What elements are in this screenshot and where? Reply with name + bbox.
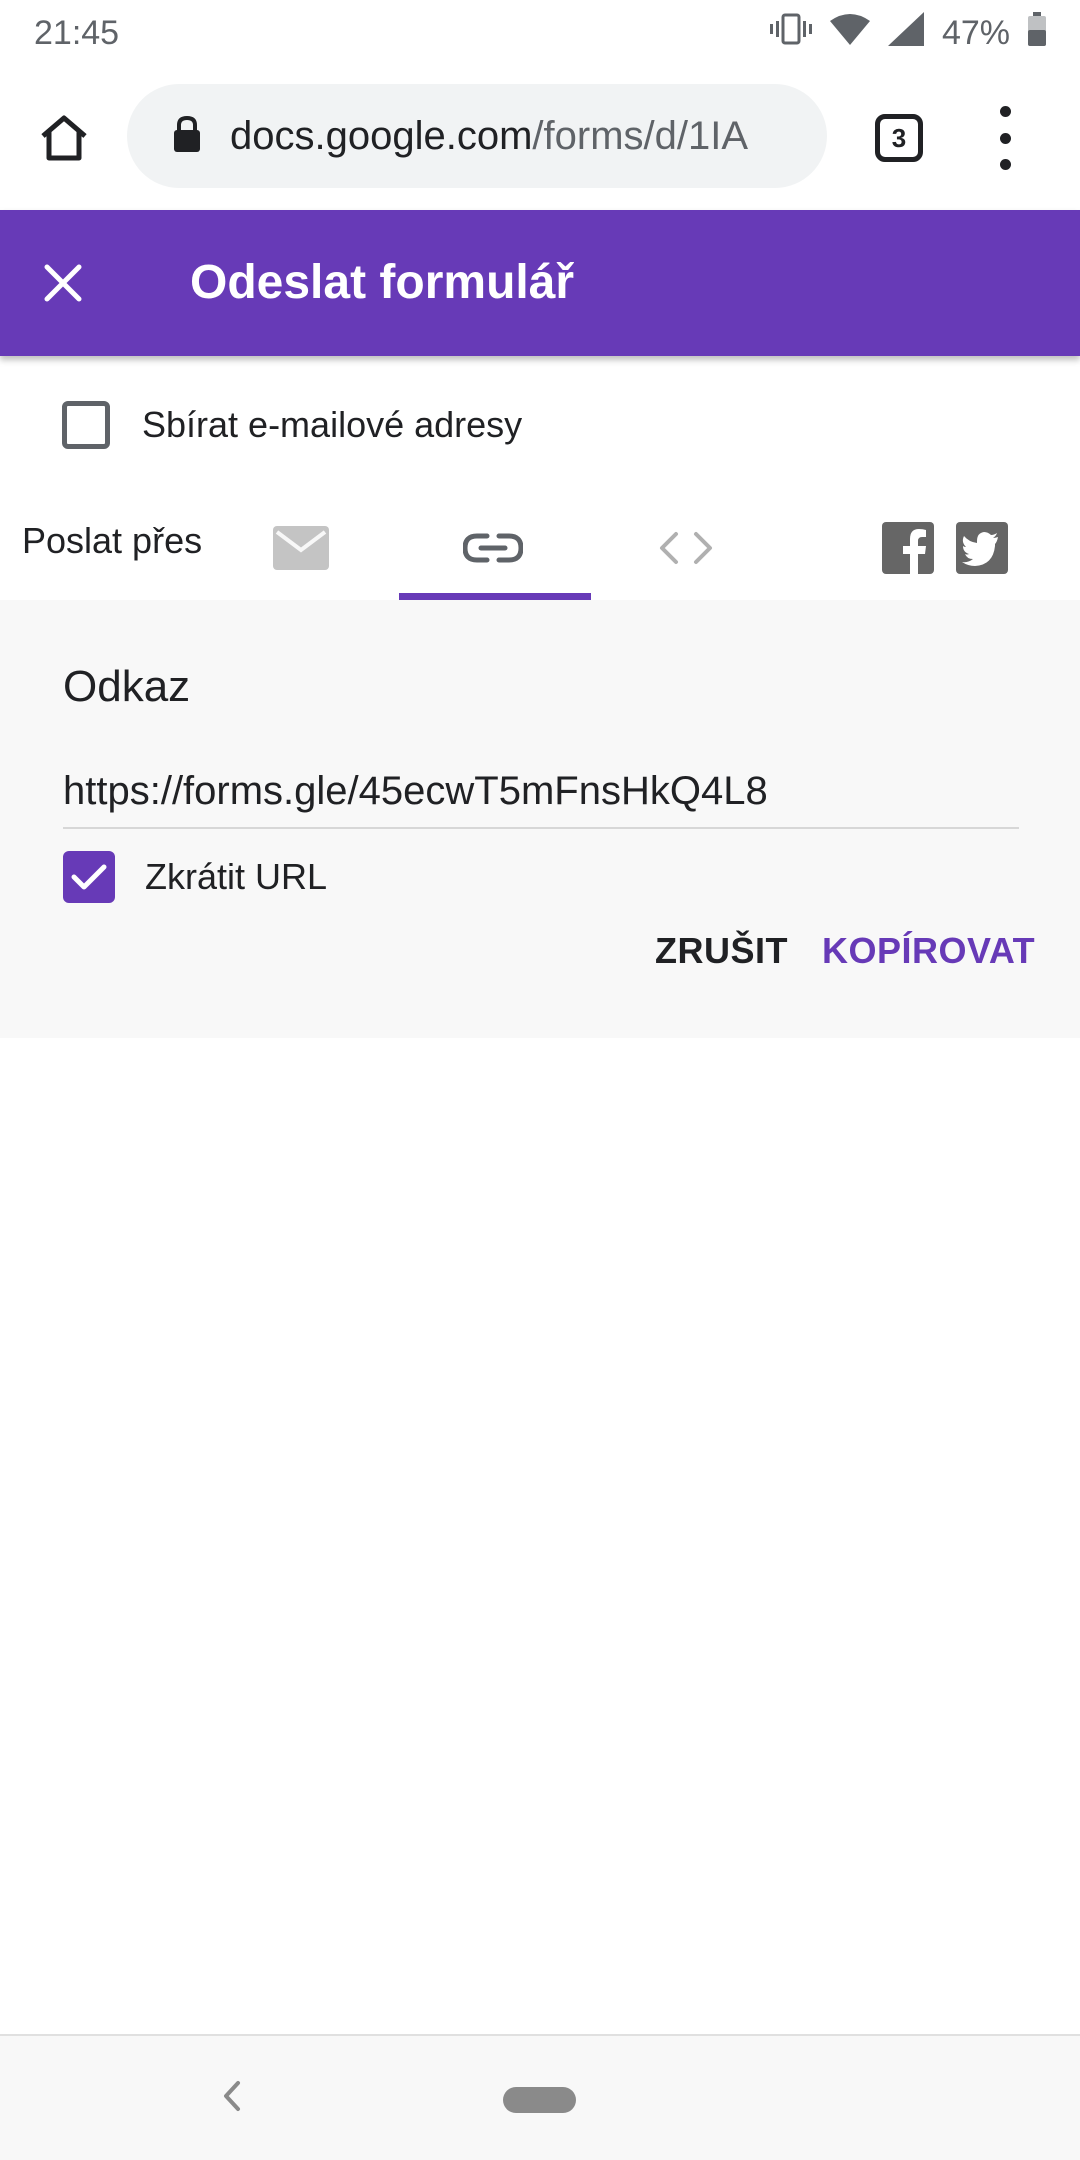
link-icon: [463, 533, 523, 563]
twitter-share-button[interactable]: [952, 518, 1012, 578]
selected-tab-indicator: [399, 593, 591, 600]
tab-link[interactable]: [463, 518, 523, 578]
copy-button[interactable]: KOPÍROVAT: [822, 930, 1035, 972]
embed-code-icon: [660, 532, 712, 564]
lock-icon: [172, 115, 202, 158]
back-icon: [224, 2081, 240, 2111]
close-button[interactable]: [38, 258, 88, 308]
twitter-icon: [956, 522, 1008, 574]
back-button[interactable]: [212, 2076, 252, 2116]
tab-embed[interactable]: [656, 518, 716, 578]
shorten-url-label: Zkrátit URL: [145, 856, 328, 897]
collect-emails-option[interactable]: Sbírat e-mailové adresy: [62, 398, 522, 452]
shorten-url-option[interactable]: Zkrátit URL: [63, 850, 327, 904]
url-domain: docs.google.com: [230, 113, 533, 158]
dialog-header: Odeslat formulář: [0, 210, 1080, 356]
browser-toolbar: docs.google.com/forms/d/1IA 3: [0, 66, 1080, 210]
url-bar[interactable]: docs.google.com/forms/d/1IA: [127, 84, 827, 188]
url-text: docs.google.com/forms/d/1IA: [230, 114, 748, 159]
send-via-row: Poslat přes: [0, 500, 1080, 600]
system-nav-bar: [0, 2034, 1080, 2160]
battery-icon: [1028, 11, 1046, 55]
collect-emails-checkbox[interactable]: [62, 401, 110, 449]
home-pill[interactable]: [503, 2087, 576, 2113]
collect-emails-label: Sbírat e-mailové adresy: [142, 404, 523, 445]
mail-icon: [273, 526, 329, 570]
link-panel: Odkaz https://forms.gle/45ecwT5mFnsHkQ4L…: [0, 600, 1080, 1038]
status-icons: 47%: [769, 11, 1046, 55]
cancel-button[interactable]: ZRUŠIT: [655, 930, 788, 972]
home-icon: [41, 115, 87, 161]
dialog-title: Odeslat formulář: [190, 256, 575, 309]
check-icon: [71, 864, 107, 890]
status-bar: 21:45 47%: [0, 0, 1080, 66]
home-button[interactable]: [34, 108, 94, 168]
status-time: 21:45: [34, 13, 120, 52]
send-via-label: Poslat přes: [22, 520, 203, 561]
link-url-field[interactable]: https://forms.gle/45ecwT5mFnsHkQ4L8: [63, 763, 1019, 829]
screen: 21:45 47% docs.google.com/forms/d/1IA 3 …: [0, 0, 1080, 2160]
link-heading: Odkaz: [63, 662, 191, 711]
vibrate-icon: [769, 12, 812, 55]
facebook-share-button[interactable]: [878, 518, 938, 578]
close-icon: [44, 264, 82, 302]
tab-email[interactable]: [271, 518, 331, 578]
shorten-url-checkbox[interactable]: [63, 851, 115, 903]
wifi-icon: [829, 13, 870, 54]
more-vert-icon[interactable]: [990, 106, 1020, 170]
tab-switcher-button[interactable]: 3: [875, 114, 923, 162]
url-path: /forms/d/1IA: [532, 113, 749, 158]
facebook-icon: [882, 522, 934, 574]
signal-icon: [887, 11, 924, 55]
battery-percent: 47%: [941, 13, 1010, 52]
